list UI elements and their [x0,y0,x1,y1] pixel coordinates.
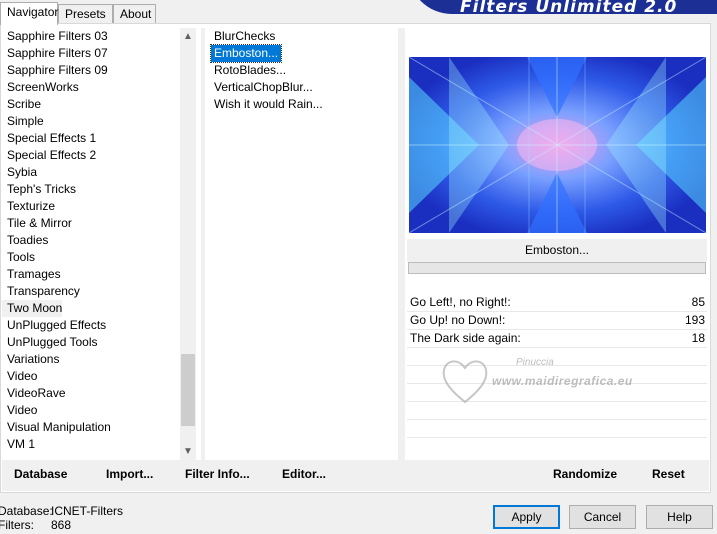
randomize-button[interactable]: Randomize [553,467,617,481]
filter-item[interactable]: Wish it would Rain... [211,96,326,113]
watermark-site: www.maidiregrafica.eu [492,374,633,388]
category-item[interactable]: Two Moon [2,300,62,317]
parameter-row[interactable]: The Dark side again: 18 [407,330,707,348]
reset-button[interactable]: Reset [652,467,685,481]
cancel-button[interactable]: Cancel [569,505,636,529]
category-item[interactable]: UnPlugged Effects [2,317,180,334]
category-item[interactable]: Texturize [2,198,180,215]
parameter-label: Go Up! no Down!: [410,313,506,327]
filter-item[interactable]: Emboston... [209,44,283,63]
parameter-row[interactable]: Go Up! no Down!: 193 [407,312,707,330]
watermark-heart-icon [442,360,488,404]
parameter-value[interactable]: 193 [685,313,705,327]
filter-item[interactable]: BlurChecks [211,28,278,45]
scroll-up-icon[interactable]: ▲ [180,28,196,45]
category-item[interactable]: Tramages [2,266,180,283]
parameter-value[interactable]: 18 [692,331,705,345]
category-item[interactable]: Sybia [2,164,180,181]
category-item[interactable]: Sapphire Filters 09 [2,62,180,79]
status-filters-label: Filters: [0,518,34,532]
status-database-label: Database: [0,504,53,518]
preview-image [409,57,706,233]
category-item[interactable]: Video [2,368,180,385]
title-banner: Filters Unlimited 2.0 [408,0,717,14]
category-item[interactable]: UnPlugged Tools [2,334,180,351]
filter-name-label: Emboston... [407,239,707,262]
scroll-down-icon[interactable]: ▼ [180,443,196,460]
category-item[interactable]: Tile & Mirror [2,215,180,232]
filter-item[interactable]: VerticalChopBlur... [211,79,316,96]
category-item[interactable]: Toadies [2,232,180,249]
tab-navigator[interactable]: Navigator [0,2,58,25]
category-item[interactable]: Special Effects 2 [2,147,180,164]
parameter-label: Go Left!, no Right!: [410,295,511,309]
progress-bar [408,262,706,274]
editor-button[interactable]: Editor... [282,467,326,481]
bottom-toolbar: Database Import... Filter Info... Editor… [2,460,709,491]
apply-button[interactable]: Apply [493,505,560,529]
parameter-label: The Dark side again: [410,331,521,345]
category-item[interactable]: Variations [2,351,180,368]
scroll-thumb[interactable] [181,354,195,426]
category-item[interactable]: Tools [2,249,180,266]
category-item[interactable]: ScreenWorks [2,79,180,96]
category-scrollbar[interactable]: ▲ ▼ [180,28,196,460]
category-item[interactable]: VideoRave [2,385,180,402]
category-item[interactable]: Visual Manipulation [2,419,180,436]
category-item[interactable]: VM 1 [2,436,180,453]
banner-title: Filters Unlimited 2.0 [460,0,678,14]
list-divider [201,28,205,460]
parameter-row-empty [407,420,707,438]
category-item[interactable]: Teph's Tricks [2,181,180,198]
import-button[interactable]: Import... [106,467,153,481]
category-item[interactable]: Transparency [2,283,180,300]
filter-row: BlurChecks [211,28,396,45]
filter-row: Wish it would Rain... [211,96,396,113]
status-database-value: ICNET-Filters [51,504,123,518]
filter-list[interactable]: BlurChecks Emboston... RotoBlades... Vertic… [209,28,396,113]
category-item[interactable]: Sapphire Filters 07 [2,45,180,62]
category-list[interactable]: Sapphire Filters 03 Sapphire Filters 07 Sa… [2,28,180,458]
tab-presets[interactable]: Presets [58,4,113,24]
filter-row: RotoBlades... [211,62,396,79]
help-button[interactable]: Help [646,505,713,529]
filter-row: Emboston... [209,44,396,63]
watermark: Pinuccia www.maidiregrafica.eu [440,352,660,412]
preview-graphic [409,57,706,233]
status-filters-value: 868 [51,518,72,532]
category-item[interactable]: Scribe [2,96,180,113]
category-item[interactable]: Special Effects 1 [2,130,180,147]
filter-row: VerticalChopBlur... [211,79,396,96]
category-item[interactable]: Video [2,402,180,419]
parameter-value[interactable]: 85 [692,295,705,309]
filter-item[interactable]: RotoBlades... [211,62,289,79]
category-item[interactable]: Simple [2,113,180,130]
database-button[interactable]: Database [14,467,67,481]
parameter-row[interactable]: Go Left!, no Right!: 85 [407,294,707,312]
category-item[interactable]: Sapphire Filters 03 [2,28,180,45]
filter-info-button[interactable]: Filter Info... [185,467,250,481]
watermark-name: Pinuccia [516,357,554,368]
tab-about[interactable]: About [113,4,156,24]
preview-divider [398,28,405,460]
